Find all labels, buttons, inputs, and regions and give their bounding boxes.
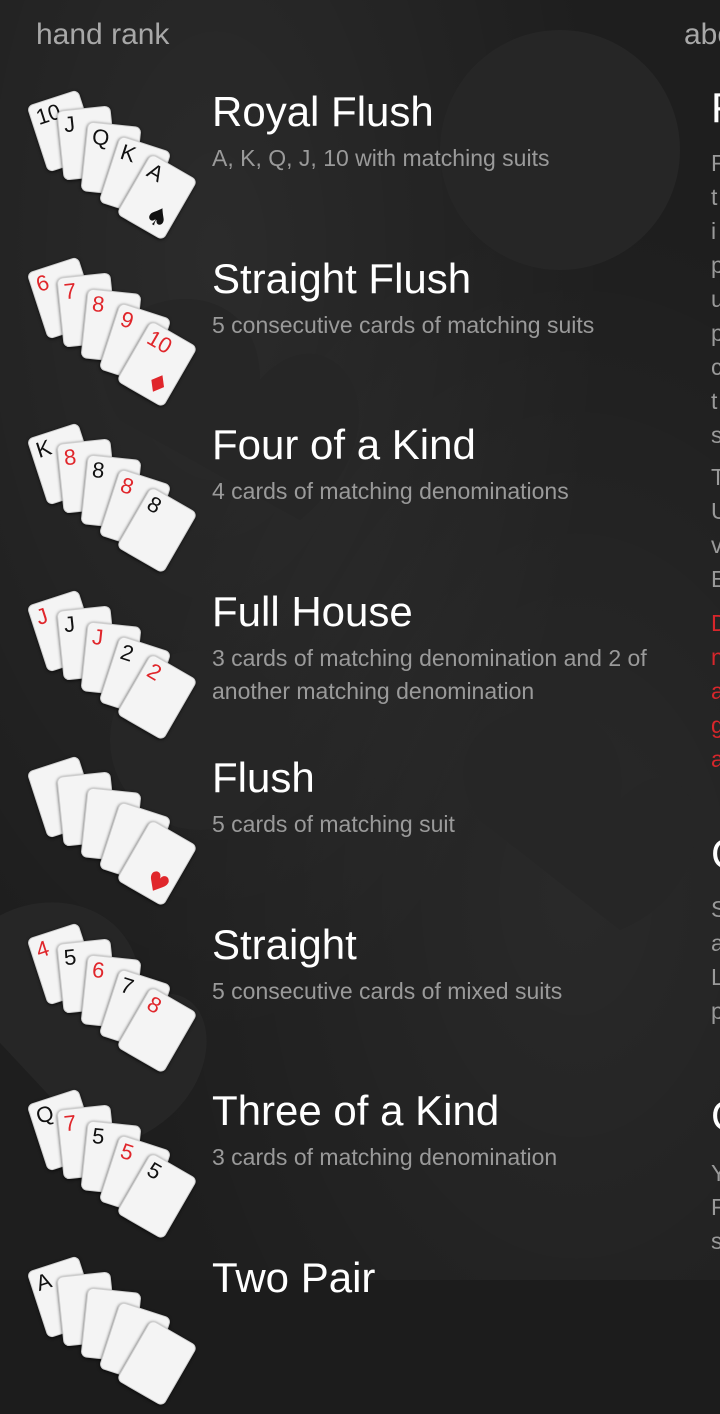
side-text-line: E [711,566,720,592]
card-rank: 10 [142,324,177,359]
side-heading: F [711,84,720,132]
hand-description: 3 cards of matching denomination [212,1144,558,1170]
side-text-line: p [711,320,720,346]
card-fan: A [26,1255,201,1412]
hand-row[interactable]: A Two Pair [0,1248,700,1414]
card-suit-icon: ♠ [139,198,175,237]
side-text-line: U [711,498,720,524]
side-text-line: c [711,354,720,380]
card-rank: A [142,157,169,187]
hand-title: Two Pair [212,1254,376,1301]
side-text-line: s [711,422,720,448]
hand-title: Flush [212,754,315,801]
side-text-line: T [711,464,720,490]
card-rank: K [32,434,55,463]
card-fan: ♥♥♥♥♥ [26,755,201,912]
side-text-line: F [711,1194,720,1220]
side-heading: C [711,830,720,878]
card-rank: 8 [142,990,166,1019]
hand-title: Four of a Kind [212,421,476,468]
side-text-line: Y [711,1160,720,1186]
side-text-line: i [711,218,717,244]
next-pivot-panel-peek: FFtipupctsTUvEDnagaCSaLpCYFs [708,0,720,1280]
side-text-line: p [711,998,720,1024]
card-rank: 6 [90,956,106,984]
side-text-line: s [711,1228,720,1254]
card-rank: K [117,139,140,168]
side-text-line: a [711,678,720,704]
card-rank: 8 [62,444,78,471]
card-rank: 8 [90,290,106,318]
card-rank: 5 [90,1122,106,1150]
side-text-line: t [711,388,718,414]
hand-description: 5 consecutive cards of mixed suits [212,978,563,1004]
pivot-tab-hand-rank[interactable]: hand rank [36,18,169,52]
hand-title: Straight [212,921,357,968]
card-rank: 9 [117,306,137,334]
hand-row[interactable]: J J J 2 2 Full House 3 cards of matching denom… [0,582,700,748]
hand-title: Full House [212,588,413,635]
side-text-line: S [711,896,720,922]
card-rank: 8 [142,490,166,519]
card-fan: 45678 [26,922,201,1079]
card-rank: Q [90,123,111,151]
hand-row[interactable]: 4 5 6 7 8 Straight 5 consecutive cards of mixe… [0,915,700,1081]
card-rank: 8 [117,472,137,500]
card-rank: Q [32,1099,57,1129]
side-text-line: v [711,532,720,558]
hand-description: A, K, Q, J, 10 with matching suits [212,145,550,171]
card-rank: J [62,111,77,138]
hand-row[interactable]: K 8 8 8 8 Four of a Kind 4 cards of matching d… [0,415,700,581]
card-rank: 5 [117,1138,137,1166]
card-rank: J [62,611,77,638]
card-fan: K8888 [26,422,201,579]
card-rank: 7 [62,278,78,305]
side-text-line: g [711,712,720,738]
side-text-line: a [711,746,720,772]
card-rank: J [32,602,52,630]
card-rank: J [90,623,105,650]
side-text-line: L [711,964,720,990]
hand-title: Royal Flush [212,88,434,135]
hand-description: 4 cards of matching denominations [212,478,569,504]
card-suit-icon: ♥ [139,864,175,903]
card-rank: 5 [62,944,78,971]
card-rank: 2 [117,639,137,667]
card-fan: JJJ22 [26,589,201,746]
card-rank: 7 [117,972,137,1000]
card-rank: 2 [142,657,166,686]
card-rank: A [32,1267,55,1296]
card-rank: 4 [32,935,53,963]
hand-description: 3 cards of matching denomination and 2 o… [212,645,647,704]
side-text-line: n [711,644,720,670]
hand-description: 5 consecutive cards of matching suits [212,312,595,338]
hand-title: Three of a Kind [212,1087,500,1134]
side-text-line: t [711,184,718,210]
hand-row[interactable]: 10♠J♠Q♠K♠A♠Royal FlushA, K, Q, J, 10 wit… [0,82,700,248]
card-fan: Q7555 [26,1088,201,1245]
card-rank: 6 [32,269,53,297]
hand-row[interactable]: Q 7 5 5 5 Three of a Kind 3 cards of matching … [0,1081,700,1247]
card-rank: 8 [90,456,106,484]
side-heading: C [711,1092,720,1140]
card-fan: 10♠J♠Q♠K♠A♠ [26,89,201,246]
card-rank: 5 [142,1156,166,1185]
side-text-line: u [711,286,720,312]
side-text-line: D [711,610,720,636]
card-rank: 7 [62,1110,78,1137]
pivot-header: hand rank abo [0,18,720,62]
hand-title: Straight Flush [212,255,472,302]
hand-row[interactable]: 6♦7♦8♦9♦10♦Straight Flush5 consecutive c… [0,249,700,415]
side-text-line: a [711,930,720,956]
hand-row[interactable]: ♥♥♥♥♥Flush 5 cards of matching suit [0,748,700,914]
card-fan: 6♦7♦8♦9♦10♦ [26,256,201,413]
hand-description: 5 cards of matching suit [212,811,455,837]
side-text-line: F [711,150,720,176]
side-text-line: p [711,252,720,278]
card-suit-icon: ♦ [139,365,175,404]
